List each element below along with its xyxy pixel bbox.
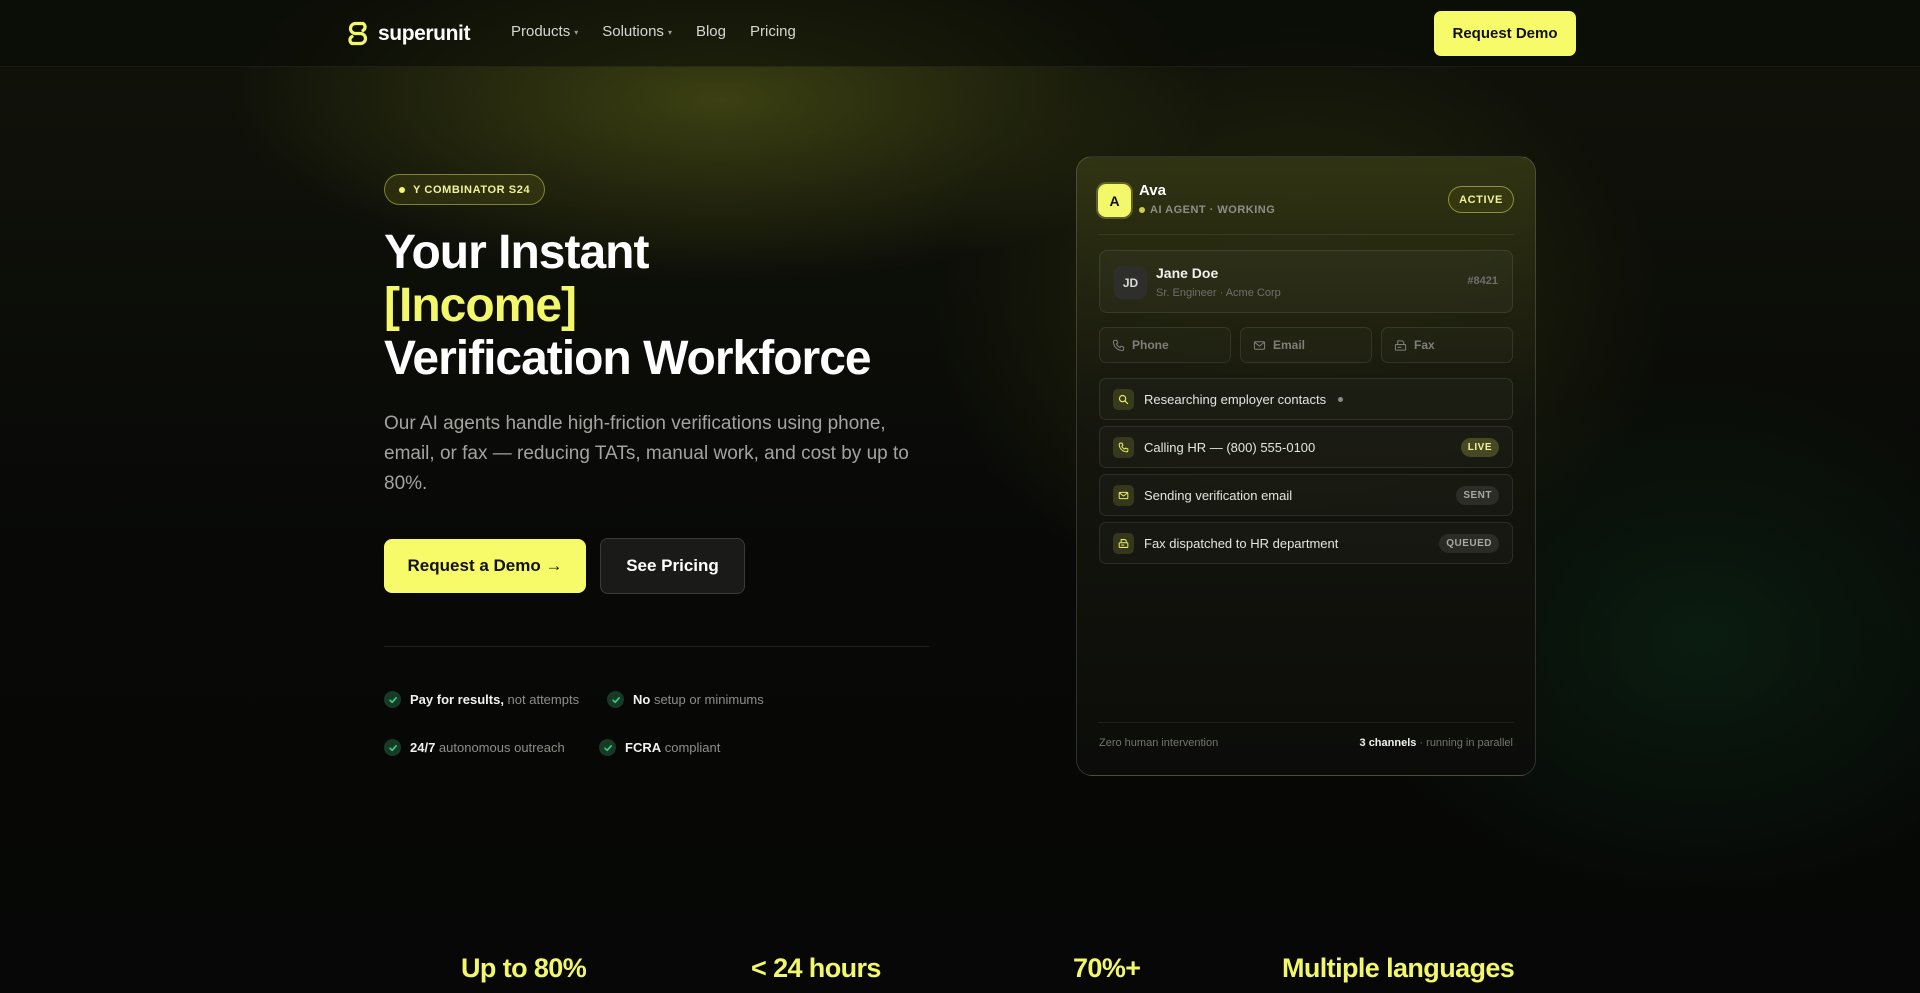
background-glow <box>0 0 1920 993</box>
mail-icon <box>1113 484 1134 506</box>
divider <box>384 646 929 647</box>
yc-badge: Y COMBINATOR S24 <box>384 174 546 205</box>
check-icon <box>599 739 616 756</box>
feature-item: FCRA compliant <box>599 739 720 756</box>
task-row: Sending verification email SENT <box>1099 474 1513 516</box>
task-label: Fax dispatched to HR department <box>1144 535 1339 551</box>
check-icon <box>384 691 401 708</box>
divider <box>1098 234 1514 235</box>
feature-bold: FCRA <box>625 740 662 755</box>
channel-count: 3 channels <box>1359 737 1417 749</box>
candidate-id: #8421 <box>1467 275 1498 287</box>
dot-icon <box>399 186 405 193</box>
status-badge: QUEUED <box>1439 534 1499 553</box>
stat-value: < 24 hours <box>751 953 881 983</box>
nav-item-label: Solutions <box>602 23 664 40</box>
channel-email: Email <box>1240 327 1372 363</box>
channel-label: Phone <box>1132 338 1169 352</box>
stat-value: Multiple languages <box>1282 953 1515 983</box>
agent-role-label: AI AGENT · WORKING <box>1150 204 1276 216</box>
agent-card: A Ava AI AGENT · WORKING ACTIVE JD Jane … <box>1076 156 1536 776</box>
footer-right-rest: · running in parallel <box>1416 737 1513 749</box>
nav-item-solutions[interactable]: Solutions ▾ <box>602 23 672 40</box>
stat-value: Up to 80% <box>461 953 587 983</box>
card-footer-left: Zero human intervention <box>1099 737 1219 749</box>
feature-rest: compliant <box>661 740 721 755</box>
logo[interactable]: superunit <box>346 19 470 49</box>
logo-text: superunit <box>378 22 471 45</box>
feature-rest: setup or minimums <box>650 692 764 707</box>
feature-item: No setup or minimums <box>607 691 764 708</box>
candidate-subtitle: Sr. Engineer · Acme Corp <box>1156 287 1281 299</box>
chevron-down-icon: ▾ <box>667 28 672 37</box>
feature-item: Pay for results, not attempts <box>384 691 579 708</box>
request-demo-button[interactable]: Request Demo <box>1434 11 1576 56</box>
divider <box>1098 722 1514 723</box>
task-label: Sending verification email <box>1144 487 1293 503</box>
task-label: Researching employer contacts <box>1144 391 1327 407</box>
agent-avatar: A <box>1098 184 1131 217</box>
hero-headline: Your Instant [Income] Verification Workf… <box>384 226 872 385</box>
search-icon <box>1113 388 1134 410</box>
fax-icon <box>1394 339 1407 351</box>
feature-rest: not attempts <box>503 692 580 707</box>
headline-line-3: Verification Workforce <box>384 332 872 385</box>
status-badge: ACTIVE <box>1448 186 1514 213</box>
fax-icon <box>1113 532 1134 554</box>
feature-rest: autonomous outreach <box>435 740 565 755</box>
status-dot-icon <box>1139 207 1145 213</box>
agent-role: AI AGENT · WORKING <box>1139 204 1275 216</box>
mail-icon <box>1253 340 1266 350</box>
check-icon <box>607 691 624 708</box>
feature-bold: No <box>633 692 651 707</box>
feature-item: 24/7 autonomous outreach <box>384 739 565 756</box>
hero-subhead: Our AI agents handle high-friction verif… <box>384 413 909 494</box>
see-pricing-button[interactable]: See Pricing <box>600 538 745 594</box>
nav-item-products[interactable]: Products ▾ <box>511 23 578 40</box>
task-row: Fax dispatched to HR department QUEUED <box>1099 522 1513 564</box>
card-footer-right: 3 channels · running in parallel <box>1360 737 1513 749</box>
feature-bold: 24/7 <box>410 740 436 755</box>
agent-name: Ava <box>1139 182 1166 199</box>
task-row: Calling HR — (800) 555-0100 LIVE <box>1099 426 1513 468</box>
nav-item-label: Products <box>511 23 571 40</box>
task-label: Calling HR — (800) 555-0100 <box>1144 439 1316 455</box>
task-row: Researching employer contacts <box>1099 378 1513 420</box>
headline-accent: [Income] <box>384 279 577 332</box>
channel-phone: Phone <box>1099 327 1231 363</box>
nav-links: Products ▾ Solutions ▾ Blog Pricing <box>511 23 796 40</box>
check-icon <box>384 739 401 756</box>
feature-bold: Pay for results, <box>410 692 504 707</box>
channel-fax: Fax <box>1381 327 1513 363</box>
top-nav: superunit Products ▾ Solutions ▾ Blog Pr… <box>0 0 1920 67</box>
nav-item-blog[interactable]: Blog <box>696 23 726 40</box>
phone-icon <box>1112 339 1125 351</box>
logo-icon <box>348 21 368 46</box>
candidate-name: Jane Doe <box>1156 265 1219 281</box>
channel-label: Fax <box>1414 338 1435 352</box>
nav-item-pricing[interactable]: Pricing <box>750 23 796 40</box>
status-badge: SENT <box>1456 486 1499 505</box>
phone-icon <box>1113 436 1134 458</box>
headline-line-1: Your Instant <box>384 226 649 279</box>
request-a-demo-button[interactable]: Request a Demo → <box>384 539 586 593</box>
stat-value: 70%+ <box>1073 953 1141 983</box>
candidate-avatar: JD <box>1114 266 1147 299</box>
badge-label: Y COMBINATOR S24 <box>413 183 531 196</box>
loading-dot-icon <box>1338 396 1344 402</box>
channel-label: Email <box>1273 338 1306 352</box>
chevron-down-icon: ▾ <box>574 28 579 37</box>
candidate-row: JD Jane Doe Sr. Engineer · Acme Corp #84… <box>1099 250 1513 313</box>
status-badge: LIVE <box>1460 438 1499 457</box>
